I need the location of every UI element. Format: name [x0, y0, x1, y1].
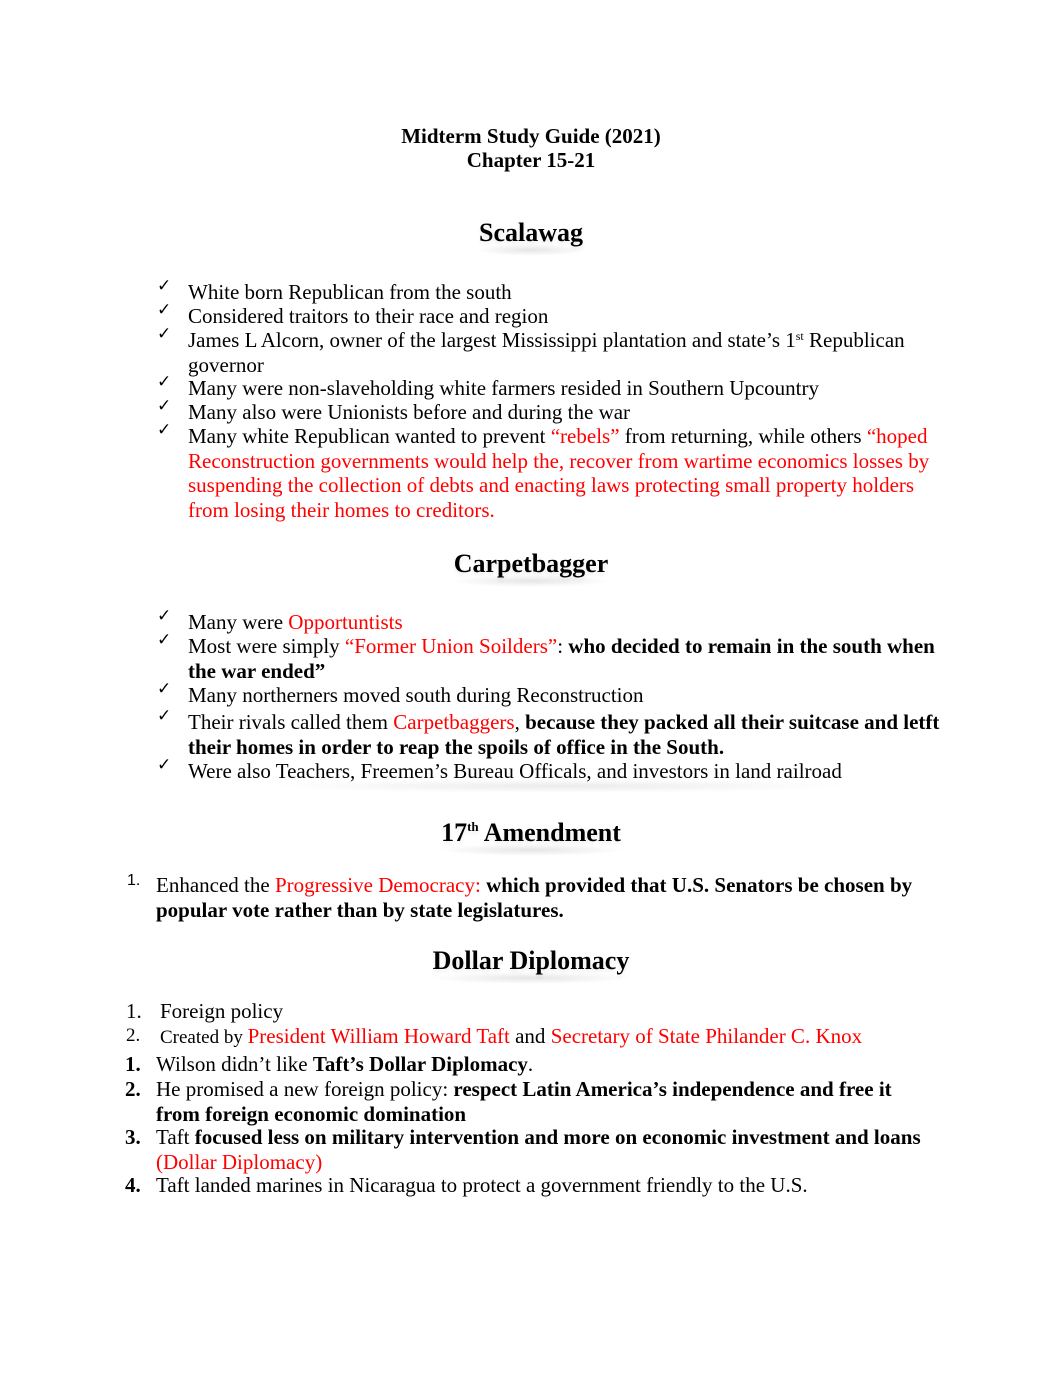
check-mark-icon: ✓ — [157, 276, 172, 296]
highlight-text: (Dollar Diplomacy) — [156, 1149, 323, 1174]
check-mark-icon: ✓ — [157, 630, 172, 650]
list-number: 2. — [126, 1025, 141, 1046]
list-number: 1. — [125, 1052, 141, 1076]
highlight-text: “rebels” — [550, 424, 620, 448]
check-mark-icon: ✓ — [157, 324, 172, 344]
list-item: 4. Taft landed marines in Nicaragua to p… — [125, 1173, 808, 1197]
list-number: 1. — [127, 872, 141, 889]
list-number: 1. — [126, 999, 142, 1023]
list-item: 2. He promised a new foreign policy: res… — [125, 1077, 892, 1126]
document-subtitle: Chapter 15-21 — [466, 148, 596, 172]
check-mark-icon: ✓ — [157, 755, 172, 775]
list-item: 1. Enhanced the Progressive Democracy: w… — [127, 872, 946, 922]
list-item: 1. Wilson didn’t like Taft’s Dollar Dipl… — [125, 1052, 534, 1076]
section-heading-scalawag: Scalawag — [0, 218, 1062, 256]
list-item: ✓ Considered traitors to their race and … — [157, 300, 549, 328]
check-mark-icon: ✓ — [157, 679, 172, 699]
check-mark-icon: ✓ — [157, 300, 172, 320]
check-mark-icon: ✓ — [157, 372, 172, 392]
list-item: ✓ Were also Teachers, Freemen’s Bureau O… — [157, 755, 842, 783]
list-number: 2. — [125, 1077, 141, 1101]
list-item: 2. Created by President William Howard T… — [126, 1024, 863, 1048]
list-number: 3. — [125, 1125, 141, 1149]
highlight-text: Progressive Democracy: — [274, 873, 481, 897]
list-item: ✓ Many white Republican wanted to preven… — [157, 420, 930, 522]
list-item: ✓ Many were non-slaveholding white farme… — [157, 372, 820, 400]
list-item: 3. Taft focused less on military interve… — [125, 1125, 921, 1174]
highlight-text: Carpetbaggers — [393, 710, 515, 734]
document-title: Midterm Study Guide (2021) — [401, 124, 661, 148]
check-mark-icon: ✓ — [157, 420, 172, 440]
highlight-text: Opportuntists — [288, 610, 403, 634]
list-item: ✓ Most were simply “Former Union Soilder… — [157, 630, 935, 683]
list-item: ✓ Many were Opportuntists — [157, 606, 403, 634]
highlight-text: “Former Union Soilders” — [344, 634, 558, 658]
list-item: ✓ White born Republican from the south — [157, 276, 512, 304]
section-heading-carpetbagger: Carpetbagger — [0, 549, 1062, 587]
list-item: ✓ Many also were Unionists before and du… — [157, 396, 631, 424]
section-heading-dollar-diplomacy: Dollar Diplomacy — [0, 946, 1062, 984]
list-item: ✓ Many northerners moved south during Re… — [157, 679, 644, 707]
list-item: ✓ Their rivals called them Carpetbaggers… — [157, 706, 940, 759]
list-item: 1. Foreign policy — [126, 999, 284, 1023]
check-mark-icon: ✓ — [157, 606, 172, 626]
list-item: ✓ James L Alcorn, owner of the largest M… — [157, 324, 905, 377]
highlight-text: President William Howard Taft — [247, 1024, 510, 1048]
check-mark-icon: ✓ — [157, 396, 172, 416]
section-heading-17th-amendment: 17th Amendment — [0, 818, 1062, 856]
document-page: Midterm Study Guide (2021) Chapter 15-21… — [0, 0, 1062, 1377]
check-mark-icon: ✓ — [157, 706, 172, 726]
list-number: 4. — [125, 1173, 141, 1197]
highlight-text: Secretary of State Philander C. Knox — [550, 1024, 863, 1048]
